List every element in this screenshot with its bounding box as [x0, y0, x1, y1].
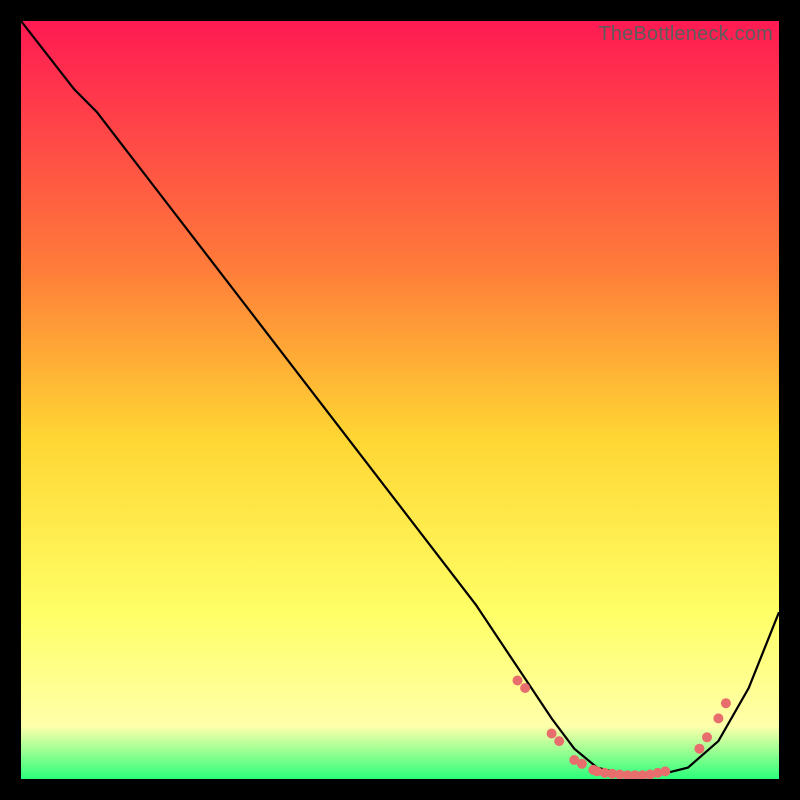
data-marker — [577, 759, 587, 769]
bottleneck-chart — [21, 21, 779, 779]
chart-frame: TheBottleneck.com — [21, 21, 779, 779]
data-marker — [660, 766, 670, 776]
data-marker — [520, 683, 530, 693]
data-marker — [721, 698, 731, 708]
gradient-background — [21, 21, 779, 779]
data-marker — [713, 713, 723, 723]
data-marker — [513, 676, 523, 686]
data-marker — [694, 744, 704, 754]
data-marker — [702, 732, 712, 742]
data-marker — [547, 729, 557, 739]
watermark-label: TheBottleneck.com — [598, 23, 773, 46]
data-marker — [554, 736, 564, 746]
